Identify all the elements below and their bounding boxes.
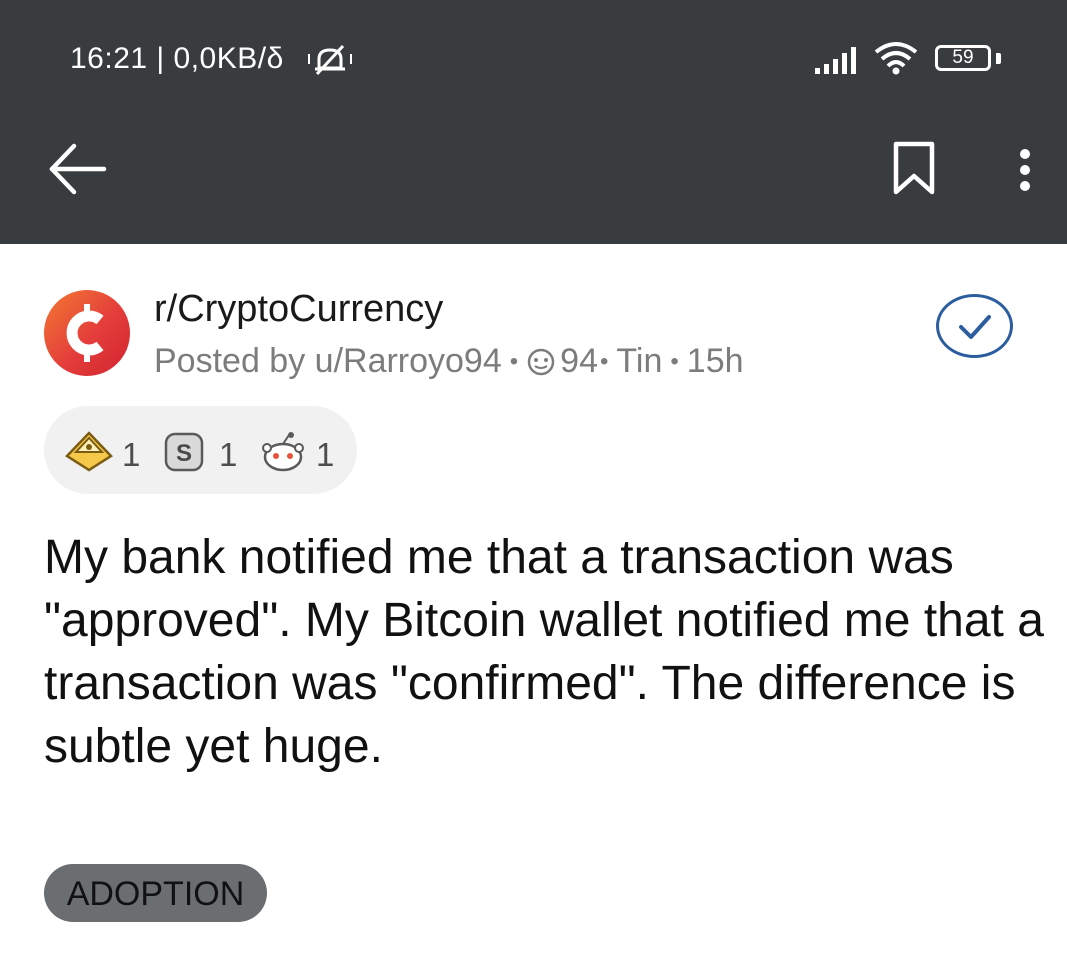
award-count: 1 bbox=[219, 436, 238, 473]
karma-icon bbox=[527, 348, 555, 375]
battery-icon bbox=[996, 53, 1001, 64]
wifi-icon bbox=[874, 42, 918, 75]
wholesome-award-icon bbox=[262, 432, 304, 472]
cryptocurrency-logo-icon bbox=[66, 304, 104, 362]
silver-award-icon: S bbox=[164, 432, 204, 472]
user-karma: 94 bbox=[560, 342, 598, 380]
joined-button[interactable] bbox=[936, 294, 1013, 358]
battery-level: 59 bbox=[935, 45, 991, 71]
user-flair: Tin bbox=[616, 342, 663, 380]
post-title[interactable]: My bank notified me that a transaction w… bbox=[44, 526, 1044, 778]
post-meta: Posted by u/Rarroyo94 • 94 • Tin • 15h bbox=[154, 342, 744, 381]
separator-dot: • bbox=[670, 347, 679, 375]
subreddit-avatar[interactable] bbox=[44, 290, 130, 376]
bookmark-icon bbox=[893, 141, 935, 195]
notifications-muted-icon bbox=[308, 44, 352, 76]
svg-text:S: S bbox=[176, 440, 192, 467]
post-flair-badge[interactable]: ADOPTION bbox=[44, 864, 267, 922]
subreddit-name[interactable]: r/CryptoCurrency bbox=[154, 288, 443, 331]
checkmark-icon bbox=[959, 315, 991, 339]
more-vertical-icon bbox=[1020, 149, 1030, 191]
status-time: 16:21 | 0,0KB/δ bbox=[70, 42, 284, 75]
separator-dot: • bbox=[509, 347, 519, 375]
save-post-button[interactable] bbox=[890, 140, 938, 196]
post-age: 15h bbox=[686, 342, 744, 380]
more-options-button[interactable] bbox=[1005, 140, 1045, 200]
app-top-bar: 16:21 | 0,0KB/δ 59 bbox=[0, 0, 1067, 244]
awards-bar[interactable]: 1 S 1 1 bbox=[44, 406, 357, 494]
back-button[interactable] bbox=[44, 140, 110, 198]
separator-dot: • bbox=[600, 347, 609, 375]
award-count: 1 bbox=[122, 436, 141, 473]
arrow-left-icon bbox=[49, 143, 107, 195]
posted-by-user[interactable]: Posted by u/Rarroyo94 bbox=[154, 342, 502, 381]
helpful-award-icon bbox=[65, 431, 113, 472]
cell-signal-icon bbox=[815, 47, 856, 74]
award-count: 1 bbox=[316, 436, 335, 473]
